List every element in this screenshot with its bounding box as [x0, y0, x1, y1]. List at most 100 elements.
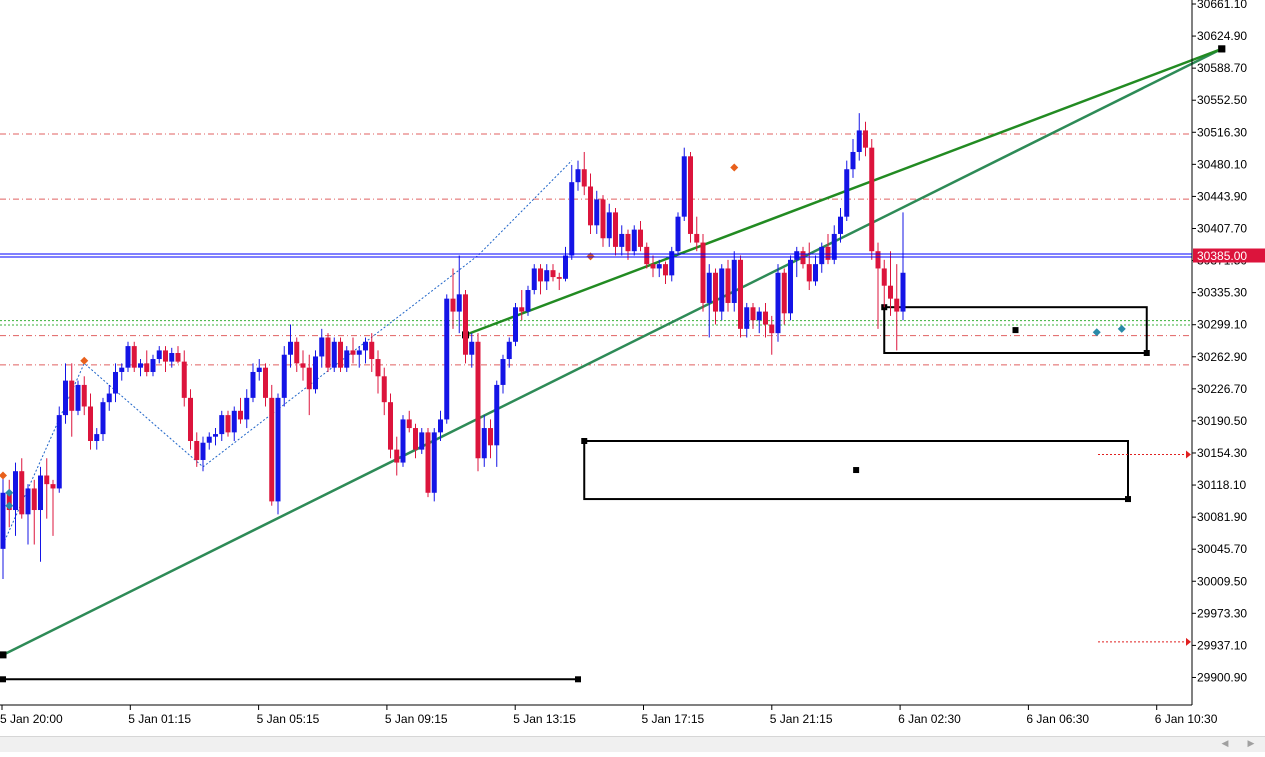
candle-body: [469, 341, 475, 355]
candle-body: [738, 259, 743, 329]
candle-body: [594, 199, 600, 226]
candle-body: [25, 488, 31, 515]
candle-body: [719, 268, 725, 312]
zigzag-group: [2, 160, 573, 545]
x-tick-label: 5 Jan 09:15: [385, 712, 448, 726]
sell-marker-icon: [80, 356, 89, 365]
candle-body: [450, 298, 456, 312]
y-tick-label: 30443.90: [1197, 189, 1247, 203]
candle-body: [125, 346, 131, 368]
candle-body: [606, 212, 612, 239]
candle-body: [31, 488, 37, 511]
candle-body: [856, 130, 862, 152]
candle-body: [794, 251, 800, 260]
candle-body: [331, 341, 337, 368]
candle-body: [413, 428, 418, 450]
candle-body: [119, 367, 125, 372]
box-center: [853, 467, 860, 474]
candle-body: [650, 264, 656, 269]
y-tick-label: 30154.30: [1197, 446, 1247, 460]
candle-body: [806, 264, 812, 282]
candle-body: [50, 484, 56, 489]
candle-body: [531, 268, 537, 291]
scroll-left-icon[interactable]: ◀: [1217, 737, 1233, 752]
y-tick-label: 30335.30: [1197, 286, 1247, 300]
candle-body: [131, 346, 137, 368]
candle-body: [463, 294, 468, 355]
candle-body: [813, 264, 818, 282]
candle-body: [744, 307, 750, 329]
candle-body: [681, 156, 687, 217]
candle-body: [631, 229, 637, 252]
chart-svg[interactable]: 30661.10 30624.90 30588.70 30552.50 30516.30…: [0, 0, 1265, 752]
buy-marker-icon: [5, 501, 14, 510]
candle-body: [188, 397, 193, 441]
y-tick-label: 30661.10: [1197, 0, 1247, 11]
candle-body: [731, 259, 737, 303]
candle-body: [800, 251, 806, 265]
candle-body: [444, 298, 450, 420]
candle-body: [669, 251, 675, 276]
candle-body: [713, 272, 718, 312]
candle-body: [700, 242, 706, 303]
candle-body: [900, 272, 906, 312]
candle-body: [156, 350, 162, 360]
chart[interactable]: 30661.10 30624.90 30588.70 30552.50 30516.30…: [0, 0, 1265, 752]
candle-body: [525, 290, 531, 312]
candle-body: [244, 397, 250, 420]
y-tick-label: 30262.90: [1197, 350, 1247, 364]
candle-body: [613, 212, 618, 247]
candle-body: [538, 268, 543, 282]
candle-body: [406, 419, 412, 429]
candle-body: [56, 415, 62, 489]
x-tick-label: 5 Jan 13:15: [513, 712, 576, 726]
candle-body: [438, 419, 443, 433]
trend-anchor: [1218, 45, 1226, 53]
candle-body: [138, 363, 143, 368]
candle-body: [81, 384, 87, 407]
candle-body: [550, 270, 556, 278]
candle-body: [819, 246, 825, 265]
candle-body: [506, 341, 512, 360]
candle-body: [13, 471, 18, 511]
candle-body: [625, 233, 631, 252]
candle-body: [888, 285, 893, 299]
candle-body: [363, 341, 368, 351]
candle-body: [288, 341, 293, 355]
box-anchor: [581, 438, 588, 444]
price-tag-label: 30385.00: [1197, 249, 1247, 263]
buy-marker-icon: [5, 488, 14, 497]
candle-body: [519, 307, 525, 312]
candle-body: [206, 436, 212, 443]
y-tick-label: 30226.70: [1197, 382, 1247, 396]
candle-body: [763, 311, 768, 325]
candle-body: [356, 350, 362, 355]
markers-group: [0, 163, 1191, 646]
scroll-right-icon[interactable]: ▶: [1243, 737, 1259, 752]
y-tick-label: 30624.90: [1197, 29, 1247, 43]
candle-body: [231, 410, 237, 433]
y-tick-label: 29900.90: [1197, 670, 1247, 684]
box-anchor: [0, 676, 6, 683]
axes-group: 30661.10 30624.90 30588.70 30552.50 30516.30…: [0, 0, 1265, 726]
candle-body: [750, 307, 756, 321]
candle-body: [219, 415, 225, 435]
arrow-head-icon: [1186, 637, 1191, 646]
candle-body: [475, 341, 481, 459]
y-tick-label: 30407.70: [1197, 221, 1247, 235]
candle-body: [63, 380, 68, 416]
candle-body: [319, 337, 325, 357]
y-tick-label: 30190.50: [1197, 414, 1247, 428]
buy-marker-icon: [1092, 328, 1101, 337]
sell-marker-icon: [730, 163, 739, 172]
sell-marker-icon: [0, 471, 7, 480]
candle-body: [725, 268, 731, 303]
candle-body: [394, 449, 400, 463]
candle-body: [281, 354, 287, 398]
candle-body: [825, 246, 831, 260]
trend-anchor: [0, 651, 7, 659]
candle-body: [569, 182, 575, 256]
candle-body: [225, 415, 231, 433]
candle-body: [344, 350, 350, 368]
horizontal-scrollbar[interactable]: ◀ ▶: [0, 736, 1265, 752]
